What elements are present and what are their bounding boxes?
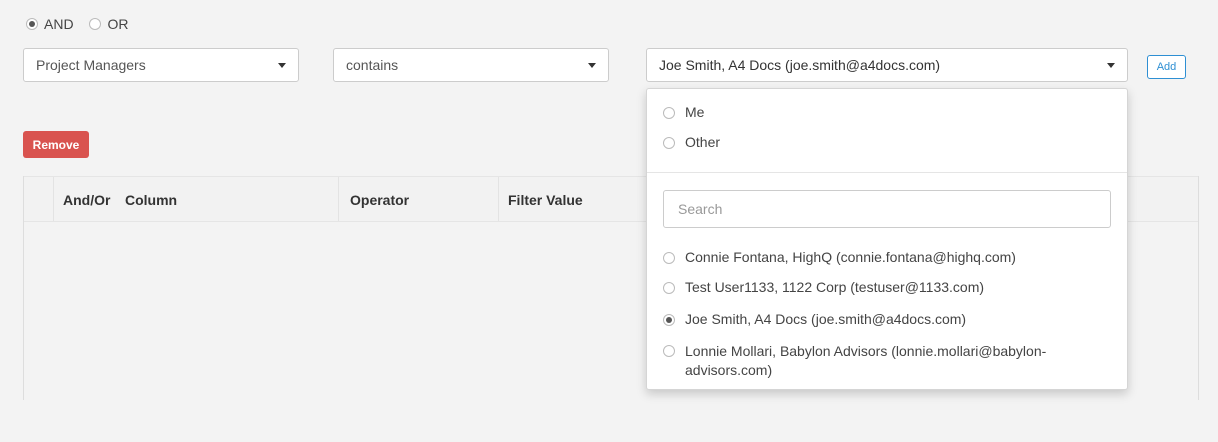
chevron-down-icon	[588, 62, 596, 68]
list-item-user[interactable]: Connie Fontana, HighQ (connie.fontana@hi…	[663, 249, 1016, 265]
logic-or-label: OR	[107, 16, 129, 32]
chevron-down-icon	[1107, 62, 1115, 68]
radio-and[interactable]	[26, 18, 38, 30]
logic-and-option[interactable]: AND	[26, 16, 74, 32]
divider	[647, 172, 1127, 173]
list-item-user[interactable]: Test User1133, 1122 Corp (testuser@1133.…	[663, 279, 984, 295]
logic-or-option[interactable]: OR	[89, 16, 128, 32]
column-divider	[53, 177, 54, 221]
user-label: Connie Fontana, HighQ (connie.fontana@hi…	[685, 249, 1016, 265]
radio-other[interactable]	[663, 137, 675, 149]
operator-select[interactable]: contains	[333, 48, 609, 82]
filter-value-select-value: Joe Smith, A4 Docs (joe.smith@a4docs.com…	[659, 57, 941, 73]
column-select-value: Project Managers	[36, 57, 146, 73]
radio-me[interactable]	[663, 107, 675, 119]
header-and-or[interactable]: And/Or	[63, 192, 110, 208]
operator-select-value: contains	[346, 57, 399, 73]
remove-button[interactable]: Remove	[23, 131, 89, 158]
radio-user-selected[interactable]	[663, 314, 675, 326]
header-filter-value[interactable]: Filter Value	[508, 192, 583, 208]
option-me-label: Me	[685, 104, 705, 120]
column-divider	[338, 177, 339, 221]
filter-value-dropdown: Me Other Connie Fontana, HighQ (connie.f…	[646, 88, 1128, 390]
header-operator[interactable]: Operator	[350, 192, 409, 208]
header-column[interactable]: Column	[125, 192, 177, 208]
radio-user[interactable]	[663, 282, 675, 294]
list-item-user[interactable]: Joe Smith, A4 Docs (joe.smith@a4docs.com…	[663, 311, 966, 327]
radio-or[interactable]	[89, 18, 102, 30]
option-other[interactable]: Other	[663, 134, 720, 150]
search-input[interactable]	[663, 190, 1111, 228]
user-label: Joe Smith, A4 Docs (joe.smith@a4docs.com…	[685, 311, 967, 327]
user-label: Test User1133, 1122 Corp (testuser@1133.…	[685, 279, 985, 295]
logic-toggle: AND OR	[26, 16, 140, 33]
user-label: Lonnie Mollari, Babylon Advisors (lonnie…	[685, 343, 1047, 378]
filter-value-select[interactable]: Joe Smith, A4 Docs (joe.smith@a4docs.com…	[646, 48, 1128, 82]
chevron-down-icon	[278, 62, 286, 68]
logic-and-label: AND	[44, 16, 74, 32]
option-me[interactable]: Me	[663, 104, 704, 120]
radio-user[interactable]	[663, 345, 675, 357]
list-item-user[interactable]: Lonnie Mollari, Babylon Advisors (lonnie…	[663, 342, 1083, 380]
column-select[interactable]: Project Managers	[23, 48, 299, 82]
add-button[interactable]: Add	[1147, 55, 1186, 79]
column-divider	[498, 177, 499, 221]
option-other-label: Other	[685, 134, 721, 150]
radio-user[interactable]	[663, 252, 675, 264]
